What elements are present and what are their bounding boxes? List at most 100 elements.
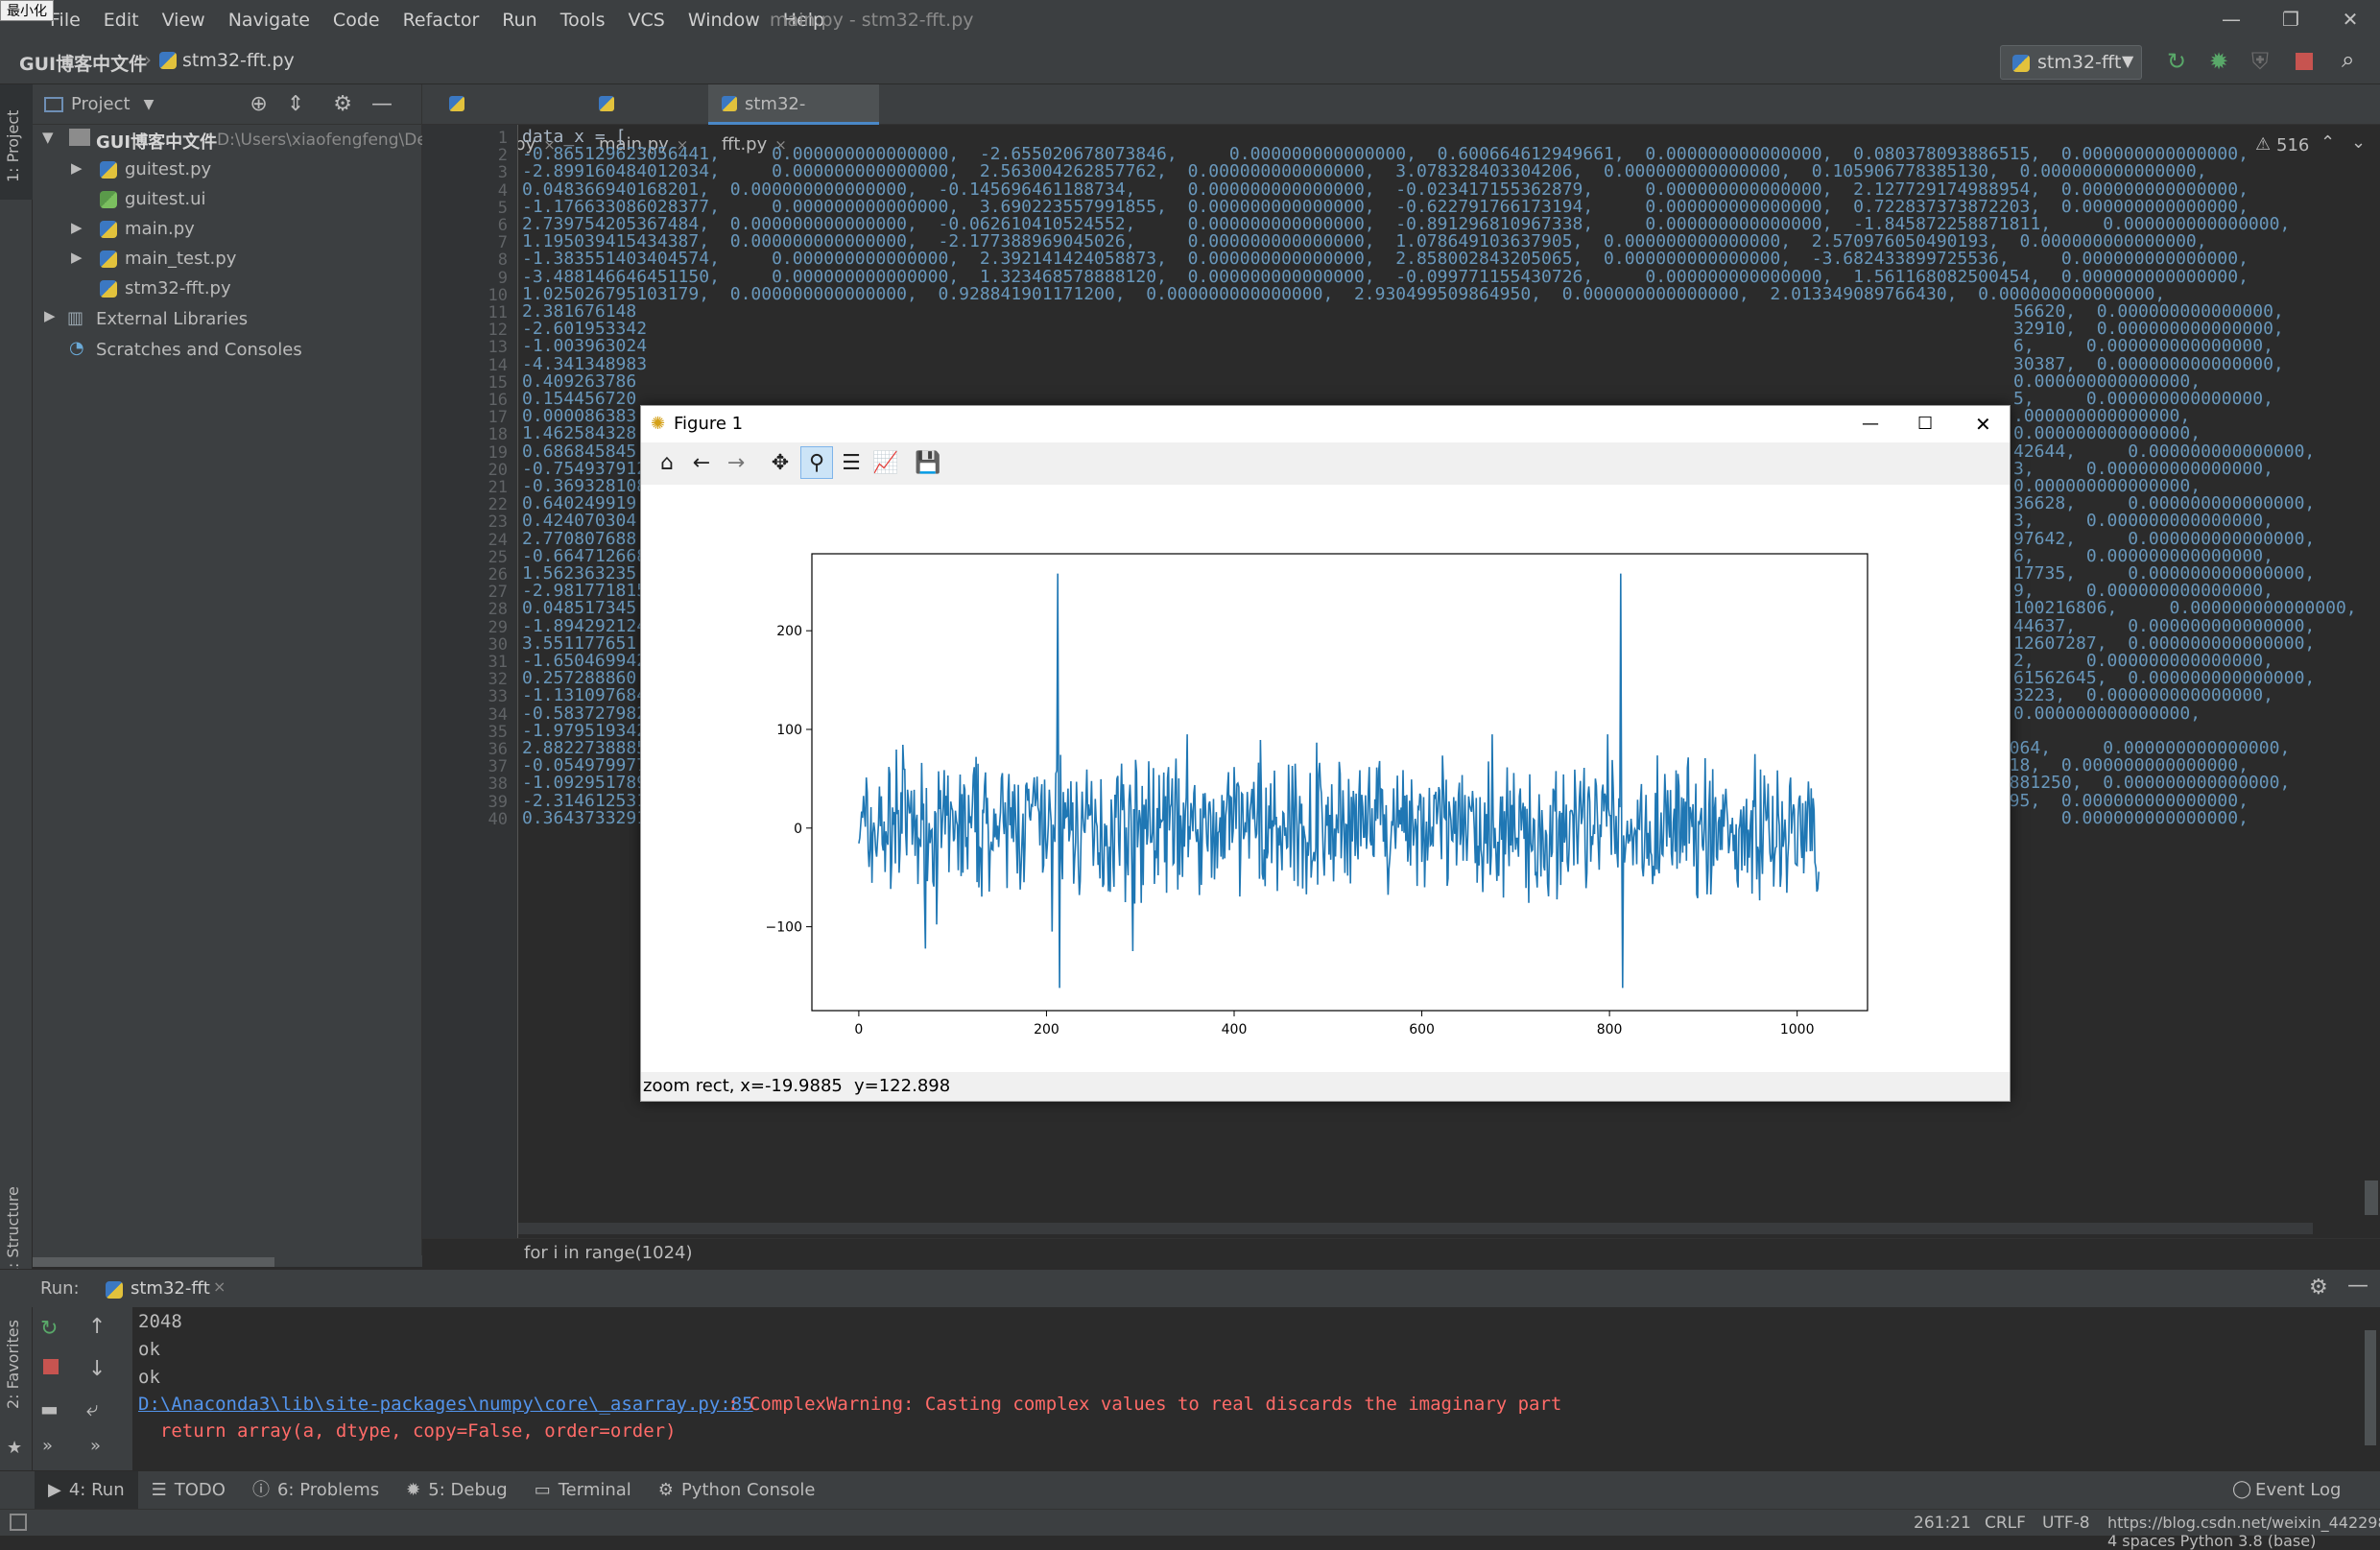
minimize-icon[interactable]: — (1862, 406, 1879, 442)
tab-main-py[interactable]: main.py × (585, 84, 708, 155)
code-breadcrumb[interactable]: for i in range(1024) (422, 1238, 2380, 1267)
stop-icon[interactable] (43, 1359, 59, 1374)
tab-guitest-py[interactable]: guitest.py× (436, 84, 585, 155)
close-icon[interactable]: ✕ (1975, 406, 1991, 442)
figure-canvas[interactable]: 0 200 400 600 800 1000 −100 0 100 200 (641, 485, 2010, 1072)
chevron-down-icon[interactable]: ⌄ (2351, 132, 2366, 153)
nav-project-name[interactable]: GUI博客中文件 (19, 50, 147, 76)
favorites-tool-label[interactable]: 2: Favorites (4, 1320, 22, 1409)
chevron-down-icon[interactable]: ▼ (144, 97, 155, 112)
tool-todo[interactable]: ☰ TODO (138, 1471, 239, 1510)
run-config-select[interactable]: stm32-fft ▼ (2000, 45, 2142, 80)
gear-icon[interactable]: ⚙ (2309, 1276, 2328, 1300)
close-icon[interactable]: ✕ (2320, 0, 2380, 40)
vertical-scrollbar[interactable] (2365, 1180, 2378, 1215)
caret-position[interactable]: 261:21 (1914, 1514, 1971, 1533)
close-tab-icon[interactable]: × (213, 1277, 226, 1296)
chevron-right-icon[interactable]: ▶ (44, 307, 56, 324)
coverage-icon[interactable]: ⛨ (2251, 48, 2269, 75)
warning-source-line: return array(a, dtype, copy=False, order… (138, 1420, 677, 1442)
chevron-right-icon[interactable]: ▶ (71, 249, 83, 266)
chevron-up-icon[interactable]: ⌃ (2320, 132, 2335, 153)
zoom-icon[interactable]: ⚲ (800, 446, 833, 479)
tree-file-item[interactable]: guitest.ui (125, 189, 206, 209)
pan-icon[interactable]: ✥ (764, 446, 797, 479)
warning-count[interactable]: 516 (2276, 135, 2309, 155)
stop-icon[interactable] (2296, 53, 2313, 70)
tool-terminal[interactable]: ▭ Terminal (521, 1471, 645, 1510)
run-tab-label[interactable]: stm32-fft (131, 1278, 210, 1299)
debug-bug-icon[interactable]: ✹ (2209, 48, 2228, 75)
menu-vcs[interactable]: VCS (617, 0, 677, 40)
tree-file-item[interactable]: guitest.py (125, 159, 211, 179)
menu-run[interactable]: Run (490, 0, 548, 40)
menu-tools[interactable]: Tools (549, 0, 617, 40)
file-encoding[interactable]: UTF-8 (2042, 1514, 2090, 1533)
structure-tool-label[interactable]: Z: Structure (4, 1186, 22, 1278)
tree-external-libraries[interactable]: External Libraries (96, 309, 248, 329)
project-panel-title[interactable]: Project (71, 94, 131, 114)
code-line-fragment[interactable]: 0.000000000000000, (2013, 703, 2201, 724)
tool-6-problems[interactable]: ⓘ 6: Problems (239, 1471, 393, 1510)
menu-navigate[interactable]: Navigate (217, 0, 321, 40)
tool-icon: ▶ (48, 1479, 61, 1500)
chevron-down-icon[interactable]: ▼ (42, 129, 54, 146)
tool-5-debug[interactable]: ✹ 5: Debug (393, 1471, 521, 1510)
locate-target-icon[interactable]: ⊕ (250, 92, 267, 116)
chevron-right-icon[interactable]: ▶ (71, 219, 83, 236)
search-icon[interactable]: ⌕ (2342, 46, 2354, 73)
hide-panel-icon[interactable]: — (2347, 1274, 2368, 1298)
arrow-up-icon[interactable]: ↑ (88, 1315, 106, 1339)
forward-arrow-icon[interactable]: → (720, 446, 752, 479)
menu-edit[interactable]: Edit (92, 0, 151, 40)
console-scrollbar[interactable] (2365, 1330, 2376, 1445)
more-icon[interactable]: » (42, 1436, 53, 1456)
tool-4-run[interactable]: ▶ 4: Run (35, 1470, 138, 1510)
gear-icon[interactable]: ⚙ (333, 92, 352, 116)
warning-file-link[interactable]: D:\Anaconda3\lib\site-packages\numpy\cor… (138, 1394, 753, 1415)
tool-python-console[interactable]: ⚙ Python Console (645, 1471, 829, 1510)
restore-icon[interactable]: ❐ (2261, 0, 2320, 40)
collapse-all-icon[interactable]: ⇕ (287, 92, 304, 116)
maximize-icon[interactable]: ☐ (1917, 406, 1933, 442)
project-tool-label[interactable]: 1: Project (4, 110, 22, 182)
python-file-icon (449, 96, 464, 111)
layout-icon[interactable]: ▬ (40, 1397, 59, 1420)
warning-triangle-icon[interactable]: ⚠ (2255, 134, 2271, 155)
line-number: 28 (488, 600, 508, 620)
menu-window[interactable]: Window (677, 0, 772, 40)
arrow-down-icon[interactable]: ↓ (88, 1357, 106, 1381)
nav-file-name[interactable]: stm32-fft.py (182, 50, 295, 71)
tree-file-item[interactable]: main_test.py (125, 249, 236, 269)
menu-code[interactable]: Code (321, 0, 392, 40)
chevron-right-icon[interactable]: ▶ (71, 159, 83, 177)
menu-refactor[interactable]: Refactor (392, 0, 491, 40)
soft-wrap-icon[interactable]: ⤶ (86, 1397, 98, 1421)
tree-root-folder[interactable]: GUI博客中文件 (96, 129, 217, 154)
hide-panel-icon[interactable]: — (371, 92, 393, 116)
fft-line-chart[interactable]: 0 200 400 600 800 1000 −100 0 100 200 (641, 485, 2010, 1072)
tree-file-item[interactable]: stm32-fft.py (125, 278, 231, 298)
console-output-line: 2048 (138, 1311, 182, 1332)
more-icon[interactable]: » (90, 1436, 101, 1456)
subplots-config-icon[interactable]: ☰ (835, 446, 868, 479)
tree-file-item[interactable]: main.py (125, 219, 195, 239)
rerun-icon[interactable]: ↻ (40, 1317, 58, 1341)
menu-view[interactable]: View (151, 0, 217, 40)
run-console[interactable]: 2048 ok ok D:\Anaconda3\lib\site-packages\… (132, 1307, 2380, 1470)
code-line[interactable]: 1.025026795103179, 0.000000000000000, 0.… (522, 284, 2165, 304)
line-separator[interactable]: CRLF (1985, 1514, 2026, 1533)
home-icon[interactable]: ⌂ (651, 446, 683, 479)
edit-axis-icon[interactable]: 📈 (869, 446, 902, 479)
horizontal-scrollbar[interactable] (33, 1257, 274, 1267)
toggle-tool-windows-icon[interactable] (10, 1514, 27, 1531)
menu-bar: 最小化 File Edit View Navigate Code Refactor Run T… (0, 0, 2380, 40)
minimize-icon[interactable]: — (2202, 0, 2261, 40)
back-arrow-icon[interactable]: ← (685, 446, 718, 479)
editor-horizontal-scrollbar[interactable] (518, 1223, 2313, 1234)
tab-stm32-fft-py[interactable]: stm32-fft.py × (708, 84, 879, 155)
save-icon[interactable]: 💾 (912, 446, 944, 479)
rerun-icon[interactable]: ↻ (2167, 48, 2186, 75)
tree-scratches[interactable]: Scratches and Consoles (96, 340, 302, 360)
event-log-button[interactable]: Event Log (2255, 1480, 2341, 1500)
